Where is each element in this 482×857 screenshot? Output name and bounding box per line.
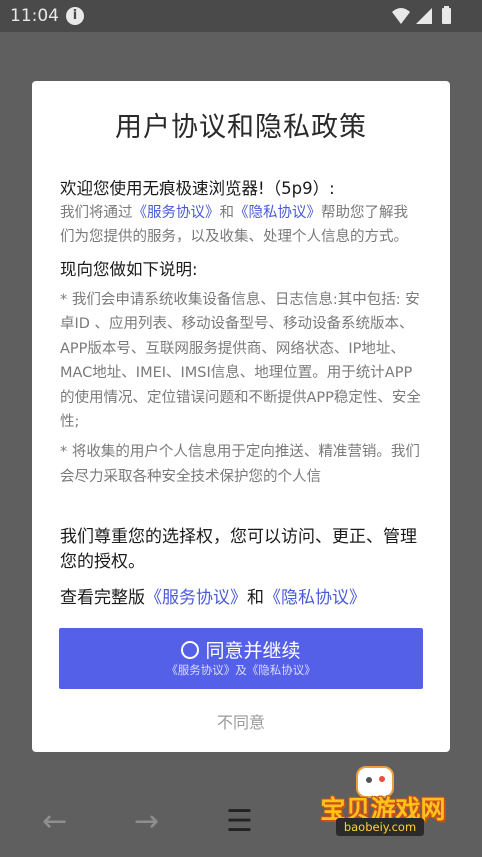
agree-sub-label: 《服务协议》及《隐私协议》 xyxy=(166,663,316,677)
status-time: 11:04 xyxy=(10,6,59,26)
dialog-title: 用户协议和隐私政策 xyxy=(115,112,367,143)
agree-label: 同意并继续 xyxy=(205,640,301,662)
full-service-agreement-link[interactable]: 《服务协议》 xyxy=(145,588,247,608)
forward-arrow-icon[interactable]: → xyxy=(134,804,159,839)
intro-prefix: 我们将通过 xyxy=(60,205,133,221)
explanation-heading: 现向您做如下说明: xyxy=(60,260,198,279)
bullet-personal-info: * 将收集的用户个人信息用于定向推送、精准营销。我们会尽力采取各种安全技术保护您… xyxy=(60,444,420,485)
back-arrow-icon[interactable]: ← xyxy=(42,804,67,839)
agree-continue-button[interactable]: 同意并继续 《服务协议》及《隐私协议》 xyxy=(59,628,423,689)
bullet-device-info: * 我们会申请系统收集设备信息、日志信息:其中包括: 安卓ID 、应用列表、移动… xyxy=(60,292,421,431)
radio-circle-icon xyxy=(181,641,200,659)
status-bar: 11:04 i xyxy=(0,0,482,32)
menu-icon[interactable]: ☰ xyxy=(226,804,253,839)
full-version-prefix: 查看完整版 xyxy=(60,588,145,608)
watermark-url: baobeiy.com xyxy=(336,818,424,836)
battery-icon xyxy=(442,8,451,24)
full-privacy-agreement-link[interactable]: 《隐私协议》 xyxy=(264,588,366,608)
intro-paragraph: 我们将通过《服务协议》和《隐私协议》帮助您了解我们为您提供的服务，以及收集、处理… xyxy=(60,201,422,249)
privacy-agreement-link[interactable]: 《隐私协议》 xyxy=(234,205,321,221)
info-icon: i xyxy=(66,7,84,25)
intro-and: 和 xyxy=(219,205,235,221)
signal-icon xyxy=(416,8,432,24)
choice-right-text: 我们尊重您的选择权，您可以访问、更正、管理您的授权。 xyxy=(60,527,417,572)
agree-main-line: 同意并继续 xyxy=(59,636,423,663)
welcome-text: 欢迎您使用无痕极速浏览器!（5p9）: xyxy=(60,179,335,198)
disagree-button[interactable]: 不同意 xyxy=(32,709,450,733)
privacy-dialog: 用户协议和隐私政策 欢迎您使用无痕极速浏览器!（5p9）: 我们将通过《服务协议… xyxy=(32,81,450,752)
full-and: 和 xyxy=(247,588,264,608)
wifi-icon xyxy=(392,8,410,24)
full-version-line: 查看完整版《服务协议》和《隐私协议》 xyxy=(60,583,430,608)
system-icons xyxy=(392,6,451,24)
agreement-scroll-area[interactable]: 欢迎您使用无痕极速浏览器!（5p9）: 我们将通过《服务协议》和《隐私协议》帮助… xyxy=(60,177,422,515)
service-agreement-link[interactable]: 《服务协议》 xyxy=(133,205,220,221)
watermark-logo: 宝贝游戏网 baobeiy.com xyxy=(308,766,458,838)
